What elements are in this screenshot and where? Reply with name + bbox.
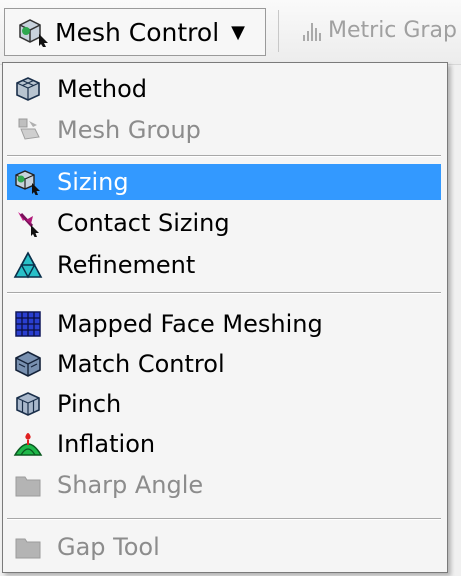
metric-graph-label: Metric Grap bbox=[328, 18, 457, 43]
menu-item-refinement[interactable]: Refinement bbox=[7, 247, 441, 283]
menu-item-label: Contact Sizing bbox=[57, 209, 230, 237]
bar-chart-icon bbox=[303, 22, 321, 41]
menu-item-label: Inflation bbox=[57, 430, 156, 458]
mesh-group-icon bbox=[18, 118, 40, 140]
mesh-control-label: Mesh Control bbox=[55, 17, 220, 47]
menu-item-label: Gap Tool bbox=[57, 533, 160, 561]
menu-item-label: Sharp Angle bbox=[57, 471, 204, 499]
menu-item-match-control[interactable]: Match Control bbox=[7, 346, 441, 382]
menu-separator bbox=[7, 518, 441, 520]
refinement-icon bbox=[13, 251, 43, 279]
menu-item-sizing[interactable]: Sizing bbox=[7, 164, 441, 200]
metric-graph-button[interactable]: Metric Grap bbox=[300, 18, 457, 43]
sizing-icon bbox=[15, 170, 40, 195]
menu-item-gap-tool[interactable]: Gap Tool bbox=[7, 529, 441, 565]
mesh-control-menu: Method Mesh Group Sizing Contact Sizing bbox=[2, 62, 448, 573]
menu-item-inflation[interactable]: Inflation bbox=[7, 426, 441, 462]
mesh-control-icon bbox=[19, 19, 48, 47]
menu-item-label: Refinement bbox=[57, 251, 196, 279]
menu-item-pinch[interactable]: Pinch bbox=[7, 386, 441, 422]
menu-item-label: Mapped Face Meshing bbox=[57, 310, 323, 338]
menu-separator bbox=[7, 155, 441, 157]
menu-separator bbox=[7, 292, 441, 294]
menu-item-mapped-face-meshing[interactable]: Mapped Face Meshing bbox=[7, 306, 441, 342]
folder-icon bbox=[15, 538, 41, 559]
toolbar: Mesh Control ▼ Metric Grap bbox=[0, 0, 461, 65]
match-control-icon bbox=[15, 351, 41, 377]
menu-item-label: Sizing bbox=[57, 168, 129, 196]
pinch-icon bbox=[16, 392, 40, 416]
toolbar-divider bbox=[278, 10, 279, 52]
menu-item-mesh-group[interactable]: Mesh Group bbox=[7, 112, 441, 148]
folder-icon bbox=[15, 476, 41, 497]
menu-item-contact-sizing[interactable]: Contact Sizing bbox=[7, 205, 441, 241]
menu-item-method[interactable]: Method bbox=[7, 71, 441, 107]
contact-sizing-icon bbox=[18, 212, 39, 237]
menu-item-label: Method bbox=[57, 75, 148, 103]
method-cube-icon bbox=[16, 77, 40, 101]
mapped-face-icon bbox=[15, 311, 41, 337]
menu-item-sharp-angle[interactable]: Sharp Angle bbox=[7, 467, 441, 503]
mesh-control-dropdown-button[interactable]: Mesh Control ▼ bbox=[4, 8, 266, 56]
menu-item-label: Mesh Group bbox=[57, 116, 201, 144]
inflation-icon bbox=[13, 433, 43, 456]
chevron-down-icon: ▼ bbox=[231, 21, 245, 43]
menu-item-label: Match Control bbox=[57, 350, 225, 378]
menu-item-label: Pinch bbox=[57, 390, 122, 418]
